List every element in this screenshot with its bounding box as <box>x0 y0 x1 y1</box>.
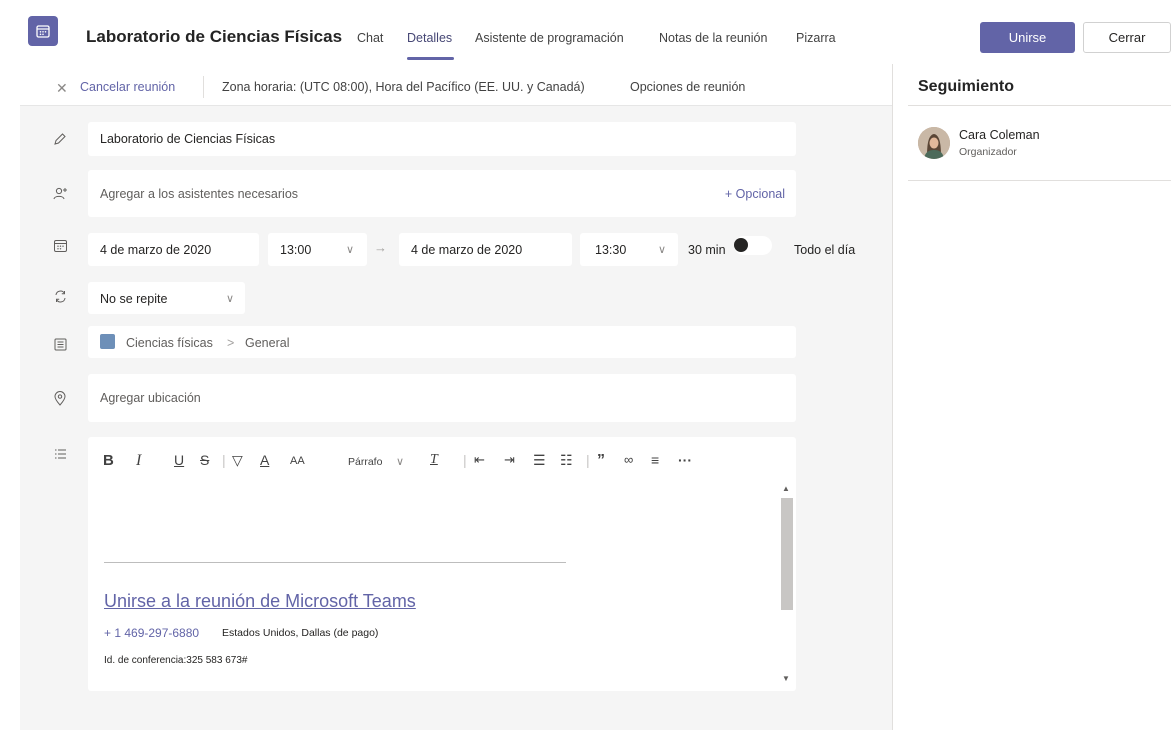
location-pin-icon <box>50 388 70 408</box>
timezone-selector[interactable]: Zona horaria: (UTC 08:00), Hora del Pací… <box>222 80 585 94</box>
font-size-icon[interactable]: AA <box>290 455 305 467</box>
location-placeholder: Agregar ubicación <box>100 391 201 405</box>
title-field-value: Laboratorio de Ciencias Físicas <box>100 132 276 146</box>
scrollbar-thumb[interactable] <box>781 498 793 610</box>
avatar[interactable] <box>918 127 950 159</box>
add-person-icon <box>50 184 70 204</box>
calendar-icon <box>50 235 70 255</box>
channel-name: General <box>245 336 290 350</box>
panel-divider <box>908 180 1171 181</box>
bold-icon[interactable]: B <box>103 452 114 469</box>
start-date-picker[interactable]: 4 de marzo de 2020 <box>88 233 259 266</box>
chevron-down-icon: ∨ <box>658 244 667 256</box>
numbered-list-icon[interactable]: ☷ <box>560 452 573 469</box>
location-field[interactable]: Agregar ubicación <box>88 374 796 422</box>
start-time-value: 13:00 <box>280 243 312 257</box>
start-time-dropdown[interactable]: 13:00 ∨ <box>268 233 367 266</box>
all-day-toggle[interactable] <box>734 236 772 255</box>
cancel-meeting-link[interactable]: Cancelar reunión <box>80 80 175 94</box>
increase-indent-icon[interactable]: ⇥ <box>504 452 515 468</box>
description-icon <box>50 444 70 464</box>
bulleted-list-icon[interactable]: ☰ <box>533 452 546 469</box>
join-button[interactable]: Unirse <box>980 22 1075 53</box>
font-color-icon[interactable]: A <box>260 452 269 468</box>
end-time-value: 13:30 <box>595 243 627 257</box>
tracking-panel <box>892 64 1171 730</box>
close-button[interactable]: Cerrar <box>1083 22 1171 53</box>
tab-scheduling-assistant[interactable]: Asistente de programación <box>475 31 624 45</box>
close-icon[interactable]: ✕ <box>56 80 68 97</box>
link-icon[interactable]: ∞ <box>624 452 633 467</box>
chevron-down-icon[interactable]: ∨ <box>396 455 404 468</box>
toolbar-separator: | <box>463 452 467 468</box>
decrease-indent-icon[interactable]: ⇤ <box>474 452 485 468</box>
chevron-down-icon: ∨ <box>226 293 235 305</box>
repeat-value: No se repite <box>100 292 168 306</box>
tab-details[interactable]: Detalles <box>407 31 452 45</box>
all-day-label: Todo el día <box>794 243 856 257</box>
toolbar-separator: | <box>586 452 590 468</box>
end-date-picker[interactable]: 4 de marzo de 2020 <box>399 233 572 266</box>
italic-icon[interactable]: I <box>136 452 141 470</box>
toolbar-separator: | <box>222 452 226 468</box>
repeat-dropdown[interactable]: No se repite ∨ <box>88 282 245 314</box>
repeat-icon <box>50 286 70 306</box>
chevron-right-icon: > <box>227 336 235 350</box>
dial-in-location: Estados Unidos, Dallas (de pago) <box>222 627 379 639</box>
panel-divider <box>908 105 1171 106</box>
calendar-app-icon <box>28 16 58 46</box>
scroll-down-arrow-icon[interactable]: ▼ <box>782 674 790 683</box>
highlight-icon[interactable]: ▽ <box>232 452 243 469</box>
quote-icon[interactable]: ” <box>597 452 605 470</box>
chevron-down-icon: ∨ <box>346 244 355 256</box>
team-icon <box>100 334 115 349</box>
channel-icon <box>50 334 70 354</box>
conference-id: Id. de conferencia:325 583 673# <box>104 655 248 666</box>
meeting-title: Laboratorio de Ciencias Físicas <box>86 27 343 46</box>
attendees-placeholder: Agregar a los asistentes necesarios <box>100 187 299 201</box>
title-field[interactable]: Laboratorio de Ciencias Físicas <box>88 122 796 156</box>
clear-formatting-icon[interactable]: T <box>430 452 438 468</box>
meeting-options-link[interactable]: Opciones de reunión <box>630 80 745 94</box>
end-time-dropdown[interactable]: 13:30 ∨ <box>580 233 678 266</box>
tracking-title: Seguimiento <box>918 78 1015 95</box>
toggle-knob <box>734 238 748 252</box>
attendees-field[interactable]: Agregar a los asistentes necesarios + Op… <box>88 170 796 217</box>
arrow-right-icon: → <box>374 240 387 255</box>
attendee-role: Organizador <box>959 146 1017 158</box>
scroll-up-arrow-icon[interactable]: ▲ <box>782 484 790 493</box>
tab-chat[interactable]: Chat <box>357 31 383 45</box>
active-tab-indicator <box>407 57 454 60</box>
channel-team: Ciencias físicas <box>126 336 213 350</box>
underline-icon[interactable]: U <box>174 452 184 468</box>
channel-field[interactable]: Ciencias físicas > General <box>88 326 796 358</box>
description-editor[interactable] <box>88 437 796 691</box>
paragraph-dropdown[interactable]: Párrafo <box>348 456 382 468</box>
content-divider <box>104 562 566 563</box>
tab-whiteboard[interactable]: Pizarra <box>796 31 836 45</box>
start-date-value: 4 de marzo de 2020 <box>100 243 212 257</box>
join-teams-meeting-link[interactable]: Unirse a la reunión de Microsoft Teams <box>104 591 416 612</box>
pencil-icon <box>50 129 70 149</box>
attendee-name: Cara Coleman <box>959 128 1040 142</box>
end-date-value: 4 de marzo de 2020 <box>411 243 523 257</box>
optional-attendees-link[interactable]: + Opcional <box>725 187 785 201</box>
more-options-icon[interactable]: ··· <box>678 452 692 468</box>
duration-label: 30 min <box>688 243 726 257</box>
align-icon[interactable]: ≡ <box>651 452 659 468</box>
tab-meeting-notes[interactable]: Notas de la reunión <box>659 31 767 45</box>
strikethrough-icon[interactable]: S <box>200 452 209 468</box>
dial-in-phone-link[interactable]: + 1 469-297-6880 <box>104 626 199 640</box>
toolbar-divider <box>203 76 204 98</box>
